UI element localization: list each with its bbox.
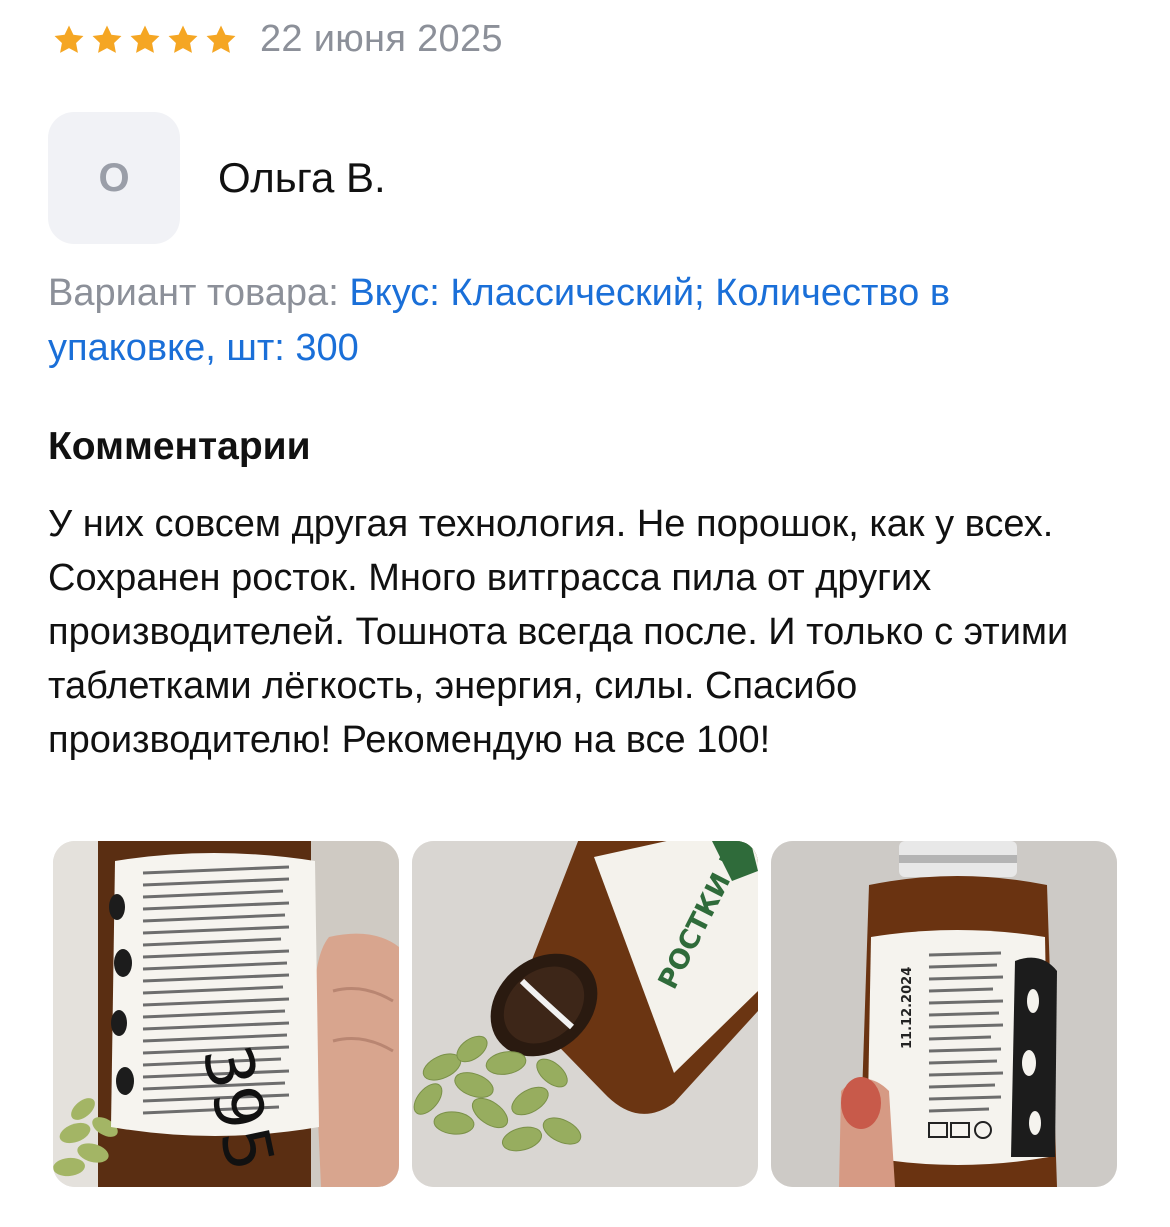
bottle-label-photo: 395 [53, 841, 399, 1187]
rating-row: 22 июня 2025 [52, 18, 503, 61]
star-icon [130, 25, 160, 53]
author-row: О Ольга В. [48, 112, 386, 244]
photo-gallery: 395 РОСТКИ ПШЕНИЦЫ [53, 841, 1117, 1187]
star-rating [52, 23, 238, 57]
comment-text: У них совсем другая технология. Не порош… [48, 503, 1069, 761]
star-icon [206, 25, 236, 53]
review-photo-3[interactable]: 11.12.2024 [771, 841, 1117, 1187]
variant-label: Вариант товара: [48, 272, 339, 314]
bottle-back-photo: 11.12.2024 [771, 841, 1117, 1187]
author-name[interactable]: Ольга В. [218, 154, 386, 202]
avatar-initial: О [98, 155, 130, 200]
comments-heading: Комментарии [48, 425, 311, 468]
avatar[interactable]: О [48, 112, 180, 244]
review-photo-1[interactable]: 395 [53, 841, 399, 1187]
product-variant: Вариант товара: Вкус: Классический; Коли… [48, 266, 1123, 376]
production-date: 11.12.2024 [900, 967, 915, 1049]
star-icon [54, 25, 84, 53]
review-photo-2[interactable]: РОСТКИ ПШЕНИЦЫ [412, 841, 758, 1187]
review-date: 22 июня 2025 [260, 18, 503, 60]
star-icon [92, 25, 122, 53]
star-icon [168, 25, 198, 53]
spilled-tablets-photo: РОСТКИ ПШЕНИЦЫ [412, 841, 758, 1187]
